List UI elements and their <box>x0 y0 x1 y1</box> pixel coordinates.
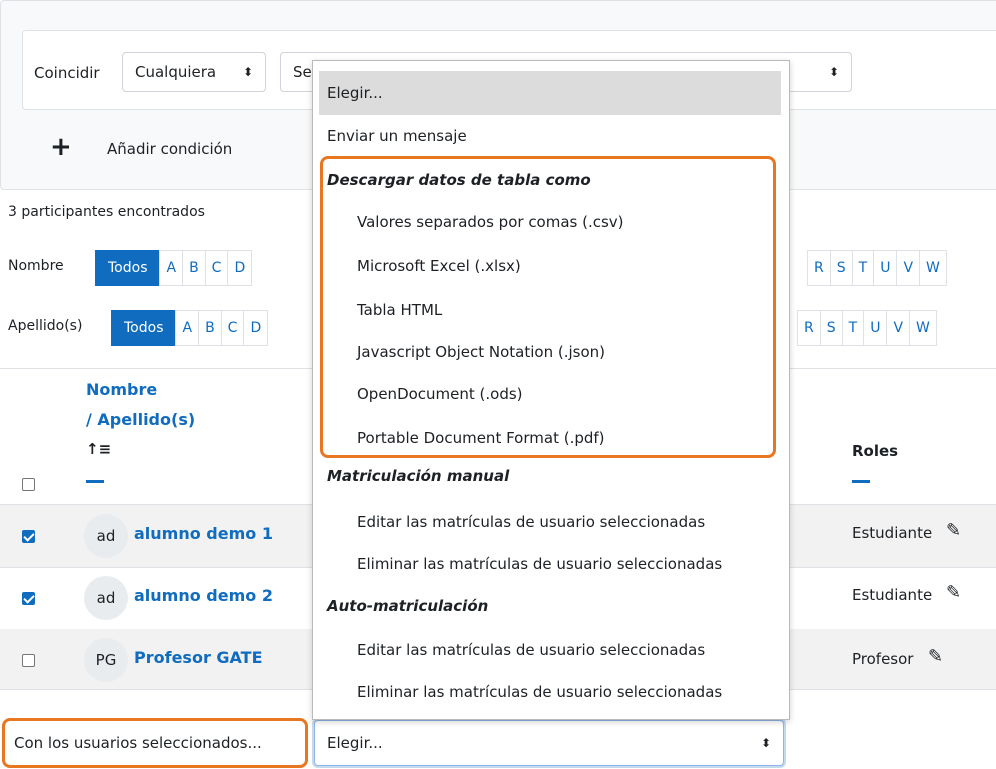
role-label: Profesor <box>852 650 914 668</box>
avatar: ad <box>84 576 128 620</box>
user-name-link[interactable]: Profesor GATE <box>134 648 263 667</box>
avatar: ad <box>84 514 128 558</box>
participants-count: 3 participantes encontrados <box>8 204 205 220</box>
bulk-action-select[interactable]: Elegir... ⬍ <box>314 720 784 766</box>
select-all-checkbox[interactable] <box>22 478 35 491</box>
initial-button[interactable]: D <box>243 310 269 346</box>
group-self-enrol-label: Auto-matriculación <box>327 597 489 615</box>
initial-button[interactable]: S <box>819 310 843 346</box>
initial-button[interactable]: W <box>909 310 937 346</box>
edit-pencil-icon[interactable]: ✎ <box>928 646 943 667</box>
initial-button[interactable]: B <box>198 310 222 346</box>
role-label: Estudiante <box>852 586 933 604</box>
row-checkbox[interactable] <box>22 592 35 605</box>
avatar: PG <box>84 638 128 682</box>
initial-button[interactable]: W <box>919 250 947 286</box>
initial-all-button[interactable]: Todos <box>95 250 161 286</box>
roles-column-header: Roles <box>852 442 899 460</box>
last-name-initials-bar-right: R S T U V W <box>797 310 937 346</box>
first-name-initials-bar-right: R S T U V W <box>807 250 947 286</box>
initial-button[interactable]: V <box>886 310 911 346</box>
updown-icon: ⬍ <box>760 736 771 750</box>
download-group-highlight <box>320 156 776 458</box>
filter-type-value: Se <box>293 63 312 81</box>
sort-by-first-name-link[interactable]: Nombre <box>86 380 157 399</box>
sort-by-last-name-link[interactable]: / Apellido(s) <box>86 410 195 429</box>
sort-ascending-icon: ↑≡ <box>86 440 112 458</box>
user-name-link[interactable]: alumno demo 1 <box>134 524 273 543</box>
edit-pencil-icon[interactable]: ✎ <box>946 582 961 603</box>
initial-button[interactable]: T <box>841 310 865 346</box>
initial-button[interactable]: C <box>220 310 245 346</box>
bulk-action-value: Elegir... <box>327 734 383 752</box>
option-self-delete[interactable]: Eliminar las matrículas de usuario selec… <box>357 677 722 707</box>
add-condition-button[interactable]: Añadir condición <box>107 140 232 158</box>
option-manual-delete[interactable]: Eliminar las matrículas de usuario selec… <box>357 549 722 579</box>
collapse-column-icon[interactable] <box>852 480 870 483</box>
updown-icon: ⬍ <box>828 65 839 79</box>
option-manual-edit[interactable]: Editar las matrículas de usuario selecci… <box>357 507 705 537</box>
group-manual-enrol-label: Matriculación manual <box>327 467 510 485</box>
option-choose[interactable]: Elegir... <box>327 78 383 108</box>
initial-button[interactable]: C <box>204 250 229 286</box>
match-value: Cualquiera <box>135 63 217 81</box>
initial-button[interactable]: S <box>829 250 853 286</box>
initial-button[interactable]: A <box>159 250 184 286</box>
edit-pencil-icon[interactable]: ✎ <box>946 520 961 541</box>
initial-button[interactable]: B <box>182 250 206 286</box>
row-checkbox[interactable] <box>22 530 35 543</box>
last-name-initials-label: Apellido(s) <box>8 318 83 334</box>
initial-button[interactable]: U <box>873 250 898 286</box>
user-name-link[interactable]: alumno demo 2 <box>134 586 273 605</box>
initial-button[interactable]: T <box>851 250 875 286</box>
initial-button[interactable]: U <box>863 310 888 346</box>
initial-button[interactable]: R <box>807 250 831 286</box>
initial-all-button[interactable]: Todos <box>111 310 177 346</box>
plus-icon[interactable]: + <box>50 134 72 160</box>
row-checkbox[interactable] <box>22 654 35 667</box>
initial-button[interactable]: R <box>797 310 821 346</box>
initial-button[interactable]: A <box>175 310 200 346</box>
first-name-initials-bar: Todos A B C D <box>95 250 253 286</box>
last-name-initials-bar: Todos A B C D <box>111 310 269 346</box>
option-send-message[interactable]: Enviar un mensaje <box>327 121 467 151</box>
match-select[interactable]: Cualquiera ⬍ <box>122 52 266 92</box>
collapse-column-icon[interactable] <box>86 480 104 483</box>
match-label: Coincidir <box>34 64 100 82</box>
first-name-initials-label: Nombre <box>8 258 64 274</box>
initial-button[interactable]: V <box>896 250 921 286</box>
selected-option-highlight <box>319 71 781 115</box>
bulk-action-label: Con los usuarios seleccionados... <box>14 734 262 752</box>
updown-icon: ⬍ <box>242 65 253 79</box>
initial-button[interactable]: D <box>227 250 253 286</box>
option-self-edit[interactable]: Editar las matrículas de usuario selecci… <box>357 635 705 665</box>
role-label: Estudiante <box>852 524 933 542</box>
